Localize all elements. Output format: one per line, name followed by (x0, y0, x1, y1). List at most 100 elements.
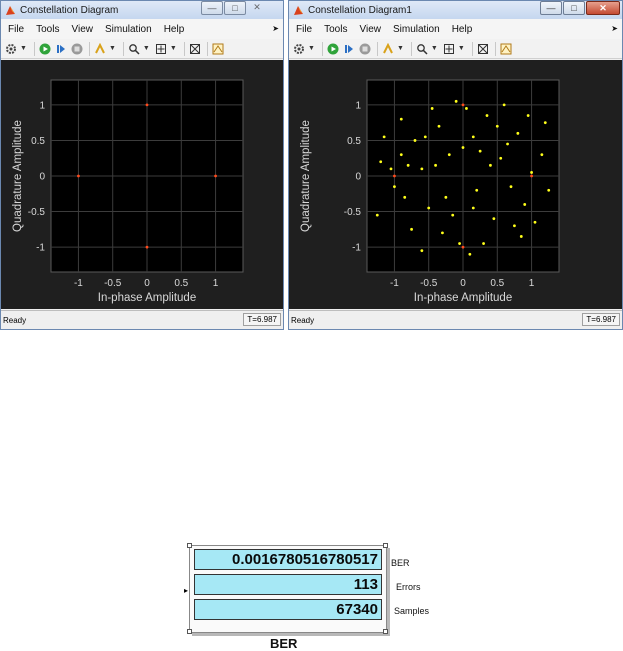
data-point (513, 224, 516, 228)
chevron-down-icon[interactable]: ▼ (109, 45, 116, 52)
menu-view[interactable]: View (71, 24, 93, 35)
highlight-icon[interactable] (93, 42, 107, 56)
window-controls: — □ ✕ (539, 1, 620, 15)
data-point (434, 163, 437, 167)
toolbar-separator (471, 41, 473, 56)
data-point (406, 163, 410, 167)
run-icon[interactable] (326, 42, 340, 56)
x-tick-label: 0 (144, 278, 150, 289)
data-point (399, 153, 403, 157)
fit-axes-icon[interactable] (442, 42, 456, 56)
y-axis-label: Quadrature Amplitude (12, 120, 24, 232)
menu-help[interactable]: Help (164, 24, 185, 35)
close-button[interactable]: ✕ (247, 1, 267, 15)
window-title: Constellation Diagram (20, 4, 119, 16)
x-tick-label: -0.5 (420, 278, 438, 289)
menu-simulation[interactable]: Simulation (393, 24, 440, 35)
data-point (471, 206, 475, 210)
window-title: Constellation Diagram1 (308, 4, 412, 16)
data-point (495, 124, 499, 128)
constellation-plot: -1 -0.5 0 0.5 1 1 0.5 0 -0.5 -1 In-phase Amplitude… (300, 79, 560, 304)
data-point (547, 188, 551, 192)
data-point (461, 146, 465, 149)
minimize-button[interactable]: — (201, 1, 223, 15)
menu-tools[interactable]: Tools (324, 24, 347, 35)
toolbar: ▼ ▼ ▼ ▼ (1, 39, 283, 59)
menu-tools[interactable]: Tools (36, 24, 59, 35)
chevron-down-icon[interactable]: ▼ (308, 45, 315, 52)
scale-axes-icon[interactable] (476, 42, 490, 56)
data-point (451, 213, 455, 217)
port-label-samples: Samples (394, 606, 430, 616)
port-label-errors: Errors (396, 582, 421, 592)
y-tick-label: 1 (39, 100, 45, 111)
x-tick-label: 0.5 (490, 278, 504, 289)
highlight-icon[interactable] (381, 42, 395, 56)
toolbar-separator (183, 41, 185, 56)
resize-handle[interactable] (187, 629, 192, 634)
data-point (540, 153, 544, 157)
errors-value: 113 (194, 574, 382, 595)
x-tick-label: 0.5 (174, 278, 188, 289)
data-point (461, 245, 465, 249)
data-point (379, 160, 383, 164)
step-forward-icon[interactable] (54, 42, 68, 56)
menu-overflow-icon[interactable]: ➤ (272, 24, 279, 33)
menu-overflow-icon[interactable]: ➤ (611, 24, 618, 33)
close-button[interactable]: ✕ (586, 1, 620, 15)
data-point (77, 174, 80, 178)
window-controls: — □ ✕ (200, 1, 267, 15)
gear-icon[interactable] (4, 42, 18, 56)
menu-file[interactable]: File (296, 24, 312, 35)
chevron-down-icon[interactable]: ▼ (143, 45, 150, 52)
plot-area: -1 -0.5 0 0.5 1 1 0.5 0 -0.5 -1 In-phase Amplitude… (1, 60, 283, 309)
chevron-down-icon[interactable]: ▼ (397, 45, 404, 52)
resize-handle[interactable] (187, 543, 192, 548)
x-tick-label: -0.5 (104, 278, 122, 289)
chevron-down-icon[interactable]: ▼ (458, 45, 465, 52)
chevron-down-icon[interactable]: ▼ (170, 45, 177, 52)
minimize-button[interactable]: — (540, 1, 562, 15)
data-point (420, 167, 424, 171)
signal-icon[interactable] (499, 42, 513, 56)
menu-bar: File Tools View Simulation Help ➤ (1, 19, 283, 39)
data-point (389, 167, 393, 171)
x-tick-label: 1 (529, 278, 535, 289)
menu-simulation[interactable]: Simulation (105, 24, 152, 35)
toolbar-separator (494, 41, 496, 56)
data-point (526, 114, 530, 117)
step-forward-icon[interactable] (342, 42, 356, 56)
status-text: Ready (3, 315, 27, 325)
gear-icon[interactable] (292, 42, 306, 56)
data-point (444, 195, 448, 199)
input-port-arrow-icon: ▸ (184, 586, 189, 595)
menu-file[interactable]: File (8, 24, 24, 35)
maximize-button[interactable]: □ (563, 1, 585, 15)
data-point (454, 99, 458, 103)
ber-display-block[interactable]: 0.0016780516780517 113 67340 (189, 545, 387, 633)
constellation-plot: -1 -0.5 0 0.5 1 1 0.5 0 -0.5 -1 In-phase Amplitude… (12, 79, 244, 304)
run-icon[interactable] (38, 42, 52, 56)
scale-axes-icon[interactable] (188, 42, 202, 56)
resize-handle[interactable] (383, 629, 388, 634)
simulation-time: T=6.987 (582, 313, 620, 326)
constellation-window-1: Constellation Diagram1 — □ ✕ File Tools … (288, 0, 623, 330)
chevron-down-icon[interactable]: ▼ (431, 45, 438, 52)
chevron-down-icon[interactable]: ▼ (20, 45, 27, 52)
data-point (437, 124, 441, 128)
data-point (502, 103, 506, 107)
menu-view[interactable]: View (359, 24, 381, 35)
stop-icon[interactable] (358, 42, 372, 56)
zoom-icon[interactable] (127, 42, 141, 56)
stop-icon[interactable] (70, 42, 84, 56)
fit-axes-icon[interactable] (154, 42, 168, 56)
y-tick-label: -1 (36, 243, 45, 254)
maximize-button[interactable]: □ (224, 1, 246, 15)
menu-help[interactable]: Help (452, 24, 473, 35)
status-text: Ready (291, 315, 315, 325)
title-bar: Constellation Diagram — □ ✕ (1, 1, 283, 19)
zoom-icon[interactable] (415, 42, 429, 56)
resize-handle[interactable] (383, 543, 388, 548)
data-point (482, 242, 485, 245)
signal-icon[interactable] (211, 42, 225, 56)
